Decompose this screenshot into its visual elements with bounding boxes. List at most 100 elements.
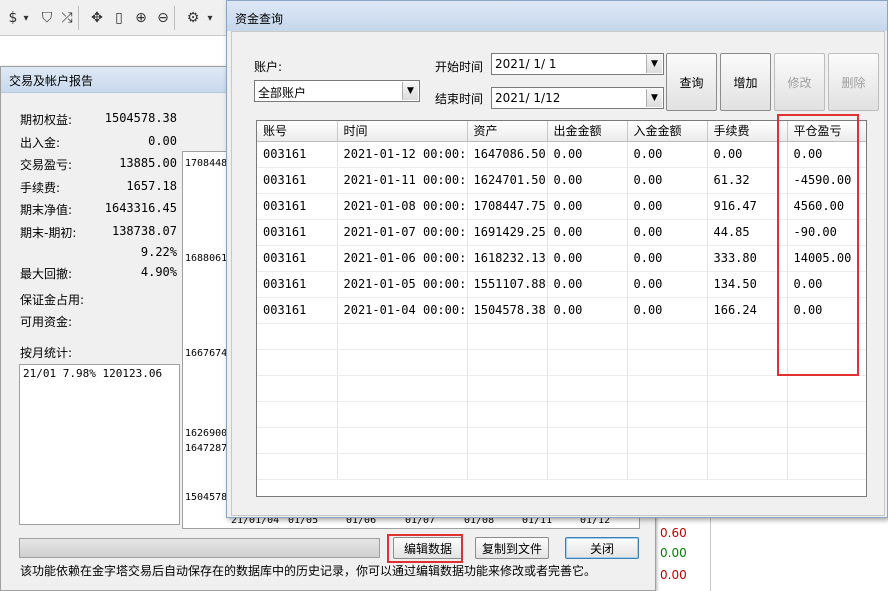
table-cell: 0.00 bbox=[627, 271, 708, 298]
y-tick-label: 1647287 bbox=[185, 443, 228, 454]
stat-value: 9.22% bbox=[140, 245, 177, 259]
add-button[interactable]: 增加 bbox=[720, 53, 771, 111]
table-row[interactable]: 0031612021-01-07 00:00:001691429.250.000… bbox=[257, 219, 866, 246]
table-header-row: 账号 时间 资产 出金金额 入金金额 手续费 平仓盈亏 bbox=[257, 121, 866, 142]
y-tick-label: 1504578 bbox=[185, 492, 228, 503]
empty-cell bbox=[707, 453, 788, 480]
table-row[interactable]: 0031612021-01-04 00:00:001504578.380.000… bbox=[257, 297, 866, 324]
column-header[interactable]: 资产 bbox=[467, 121, 548, 142]
table-cell: 0.00 bbox=[547, 141, 628, 168]
empty-cell bbox=[337, 427, 468, 454]
empty-row bbox=[257, 453, 866, 480]
close-button[interactable]: 关闭 bbox=[565, 537, 639, 559]
dropdown-arrow-icon[interactable]: ▾ bbox=[204, 8, 216, 28]
table-cell: 0.00 bbox=[627, 141, 708, 168]
table-cell: 003161 bbox=[257, 141, 338, 168]
edit-data-button[interactable]: 编辑数据 bbox=[393, 537, 463, 559]
table-cell: 0.00 bbox=[547, 297, 628, 324]
empty-cell bbox=[547, 427, 628, 454]
account-select[interactable]: 全部账户 ▼ bbox=[254, 80, 420, 102]
empty-cell bbox=[787, 349, 866, 376]
stat-value: 13885.00 bbox=[119, 156, 177, 170]
column-header[interactable]: 时间 bbox=[337, 121, 468, 142]
gear-icon[interactable]: ⚙ bbox=[182, 8, 204, 28]
chevron-down-icon[interactable]: ▼ bbox=[646, 89, 662, 107]
fund-records-table[interactable]: 账号 时间 资产 出金金额 入金金额 手续费 平仓盈亏 003161 2021-01-12 0… bbox=[256, 120, 867, 497]
table-cell: 0.00 bbox=[627, 193, 708, 220]
table-cell: 003161 bbox=[257, 193, 338, 220]
fund-title-bar[interactable]: 资金查询 bbox=[227, 1, 887, 31]
table-cell: 2021-01-04 00:00:00 bbox=[337, 297, 468, 324]
background-value: 0.00 bbox=[660, 568, 687, 582]
stat-label: 期初权益: bbox=[20, 113, 73, 127]
chevron-down-icon[interactable]: ▼ bbox=[646, 55, 662, 73]
column-header[interactable]: 入金金额 bbox=[627, 121, 708, 142]
empty-cell bbox=[787, 401, 866, 428]
copy-to-file-button[interactable]: 复制到文件 bbox=[475, 537, 549, 559]
start-time-picker[interactable]: 2021/ 1/ 1 ▼ bbox=[491, 53, 664, 75]
fund-title: 资金查询 bbox=[235, 12, 284, 26]
stat-value: 0.00 bbox=[148, 134, 177, 148]
end-time-picker[interactable]: 2021/ 1/12 ▼ bbox=[491, 87, 664, 109]
toolbar-separator bbox=[78, 6, 79, 30]
stat-value: 4.90% bbox=[140, 265, 177, 279]
zoom-out-icon[interactable]: ⊖ bbox=[152, 8, 174, 28]
empty-row bbox=[257, 427, 866, 454]
filter-icon[interactable]: ⛉ bbox=[36, 8, 58, 28]
table-cell: 166.24 bbox=[707, 297, 788, 324]
dropdown-arrow-icon[interactable]: ▾ bbox=[20, 8, 32, 28]
table-row[interactable]: 0031612021-01-08 00:00:001708447.750.000… bbox=[257, 193, 866, 220]
y-tick-label: 1626900 bbox=[185, 428, 228, 439]
y-tick-label: 1688061 bbox=[185, 253, 228, 264]
zoom-in-icon[interactable]: ⊕ bbox=[130, 8, 152, 28]
bar-icon[interactable]: ▯ bbox=[108, 8, 130, 28]
table-cell: 003161 bbox=[257, 297, 338, 324]
empty-cell bbox=[257, 349, 338, 376]
move-icon[interactable]: ✥ bbox=[86, 8, 108, 28]
column-header[interactable]: 账号 bbox=[257, 121, 338, 142]
empty-cell bbox=[467, 375, 548, 402]
monthly-stats-list[interactable]: 21/01 7.98% 120123.06 bbox=[19, 364, 180, 525]
end-time-value: 2021/ 1/12 bbox=[495, 91, 561, 105]
table-cell: 44.85 bbox=[707, 219, 788, 246]
table-cell: 2021-01-11 00:00:00 bbox=[337, 167, 468, 194]
empty-cell bbox=[467, 427, 548, 454]
modify-button[interactable]: 修改 bbox=[774, 53, 825, 111]
delete-button[interactable]: 删除 bbox=[828, 53, 879, 111]
empty-row bbox=[257, 401, 866, 428]
table-row[interactable]: 0031612021-01-12 00:00:001647086.500.000… bbox=[257, 141, 866, 168]
stat-value: 1643316.45 bbox=[104, 201, 177, 215]
table-cell: 2021-01-08 00:00:00 bbox=[337, 193, 468, 220]
empty-cell bbox=[257, 453, 338, 480]
empty-cell bbox=[547, 401, 628, 428]
empty-row bbox=[257, 323, 866, 350]
empty-cell bbox=[337, 323, 468, 350]
chevron-down-icon[interactable]: ▼ bbox=[402, 82, 418, 100]
column-header[interactable]: 出金金额 bbox=[547, 121, 628, 142]
table-row[interactable]: 0031612021-01-06 00:00:001618232.130.000… bbox=[257, 245, 866, 272]
table-cell: 2021-01-07 00:00:00 bbox=[337, 219, 468, 246]
column-header[interactable]: 平仓盈亏 bbox=[787, 121, 866, 142]
table-cell: 0.00 bbox=[547, 245, 628, 272]
table-row[interactable]: 0031612021-01-11 00:00:001624701.500.000… bbox=[257, 167, 866, 194]
empty-cell bbox=[257, 427, 338, 454]
empty-cell bbox=[257, 375, 338, 402]
empty-cell bbox=[627, 375, 708, 402]
table-cell: 14005.00 bbox=[787, 245, 866, 272]
empty-cell bbox=[467, 349, 548, 376]
query-button[interactable]: 查询 bbox=[666, 53, 717, 111]
table-cell: 003161 bbox=[257, 219, 338, 246]
function-icon[interactable]: ⤮ bbox=[56, 8, 78, 28]
start-time-label: 开始时间 bbox=[435, 60, 484, 74]
empty-cell bbox=[337, 349, 468, 376]
table-row[interactable]: 0031612021-01-05 00:00:001551107.880.000… bbox=[257, 271, 866, 298]
empty-cell bbox=[337, 453, 468, 480]
background-value: 0.00 bbox=[660, 546, 687, 560]
table-cell: -90.00 bbox=[787, 219, 866, 246]
column-header[interactable]: 手续费 bbox=[707, 121, 788, 142]
stat-label: 出入金: bbox=[20, 136, 61, 150]
empty-cell bbox=[707, 323, 788, 350]
empty-cell bbox=[707, 375, 788, 402]
empty-cell bbox=[787, 323, 866, 350]
stat-value: 1504578.38 bbox=[104, 111, 177, 125]
